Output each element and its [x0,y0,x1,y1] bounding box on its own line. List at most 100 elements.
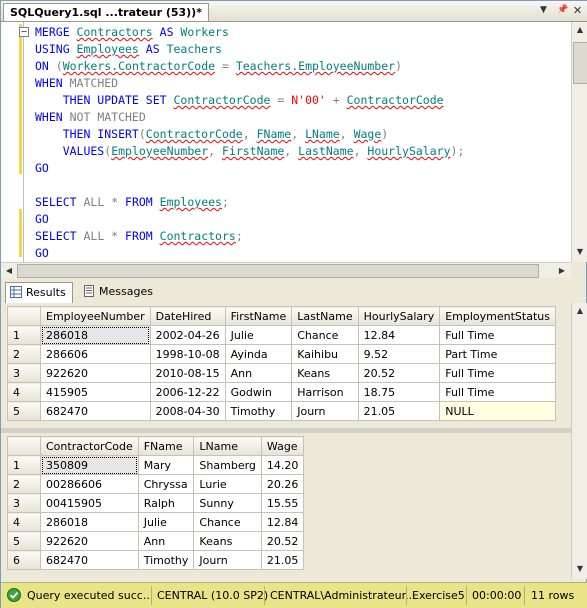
table-cell[interactable]: NULL [439,401,556,421]
table-cell[interactable]: Full Time [439,382,556,402]
column-header[interactable]: Wage [260,436,305,456]
table-row[interactable]: 5 922620 Ann Keans 20.52 [7,531,305,551]
table-cell[interactable]: Harrison [291,382,359,402]
table-cell[interactable]: 14.20 [260,455,305,475]
table-row[interactable]: 2 00286606 Chryssa Lurie 20.26 [7,474,305,494]
table-cell[interactable]: 15.55 [260,493,305,513]
editor-vertical-scrollbar[interactable]: ▲ ▼ [571,22,587,262]
table-cell[interactable]: 350809 [40,455,139,475]
row-number[interactable]: 5 [7,401,41,421]
column-header[interactable]: EmploymentStatus [439,306,556,326]
table-cell[interactable]: Ann [137,531,195,551]
table-cell[interactable]: 1998-10-08 [149,344,226,364]
tab-list-dropdown-icon[interactable]: ▼ [538,5,549,16]
table-cell[interactable]: Journ [291,401,359,421]
code-line[interactable]: SELECT ALL * FROM Employees; [35,194,464,211]
table-cell[interactable]: 682470 [40,401,151,421]
hscroll-thumb[interactable] [17,264,539,278]
table-cell[interactable]: Kaihibu [291,344,359,364]
table-cell[interactable]: 12.84 [260,512,305,532]
results-scroll-up-icon[interactable]: ▲ [572,303,587,319]
row-number[interactable]: 4 [7,382,41,402]
table-cell[interactable]: Keans [193,531,262,551]
table-cell[interactable]: 286606 [40,344,151,364]
code-line[interactable]: USING Employees AS Teachers [35,41,464,58]
table-cell[interactable]: Timothy [137,550,195,570]
grid-corner[interactable] [7,436,41,456]
table-cell[interactable]: Full Time [439,325,556,345]
table-cell[interactable]: 12.84 [357,325,441,345]
editor-horizontal-scrollbar[interactable]: ◀ ▶ [1,262,571,278]
scroll-down-icon[interactable]: ▼ [572,244,587,260]
table-row[interactable]: 1 286018 2002-04-26 Julie Chance 12.84 Full Ti… [7,325,556,345]
code-line[interactable] [35,177,464,194]
table-cell[interactable]: 286018 [40,325,151,345]
code-line[interactable]: ON (Workers.ContractorCode = Teachers.Em… [35,58,464,75]
column-header[interactable]: LName [193,436,262,456]
table-cell[interactable]: 2002-04-26 [149,325,226,345]
table-row[interactable]: 6 682470 Timothy Journ 21.05 [7,550,305,570]
table-cell[interactable]: Full Time [439,363,556,383]
pin-icon[interactable]: 📌 [557,5,568,16]
table-cell[interactable]: Chance [291,325,359,345]
grid-corner[interactable] [7,306,41,326]
scroll-left-icon[interactable]: ◀ [1,263,17,278]
sql-code[interactable]: MERGE Contractors AS Workers USING Employ… [35,24,464,262]
row-number[interactable]: 2 [7,474,41,494]
employees-result-grid[interactable]: EmployeeNumber DateHired FirstName LastName… [7,306,556,421]
collapse-icon[interactable]: − [19,27,29,37]
table-cell[interactable]: Ann [224,363,293,383]
table-row[interactable]: 1 350809 Mary Shamberg 14.20 [7,455,305,475]
table-row[interactable]: 4 286018 Julie Chance 12.84 [7,512,305,532]
table-cell[interactable]: 2008-04-30 [149,401,226,421]
scroll-thumb[interactable] [573,42,587,84]
column-header[interactable]: FName [137,436,195,456]
table-cell[interactable]: Journ [193,550,262,570]
row-number[interactable]: 5 [7,531,41,551]
table-cell[interactable]: Ayinda [224,344,293,364]
row-number[interactable]: 3 [7,493,41,513]
table-cell[interactable]: 415905 [40,382,151,402]
table-cell[interactable]: Julie [137,512,195,532]
row-number[interactable]: 4 [7,512,41,532]
table-cell[interactable]: 18.75 [357,382,441,402]
code-line[interactable]: SELECT ALL * FROM Contractors; [35,228,464,245]
sql-editor[interactable]: − MERGE Contractors AS Workers USING Empl… [1,22,571,262]
table-cell[interactable]: Sunny [193,493,262,513]
column-header[interactable]: DateHired [149,306,226,326]
table-cell[interactable]: Timothy [224,401,293,421]
code-line[interactable]: VALUES(EmployeeNumber, FirstName, LastNa… [35,143,465,160]
code-line[interactable]: GO [35,160,464,177]
code-line[interactable]: MERGE Contractors AS Workers [35,24,464,41]
row-number[interactable]: 6 [7,550,41,570]
table-cell[interactable]: 682470 [40,550,139,570]
column-header[interactable]: HourlySalary [357,306,441,326]
table-row[interactable]: 3 00415905 Ralph Sunny 15.55 [7,493,305,513]
row-number[interactable]: 1 [7,455,41,475]
table-cell[interactable]: Mary [137,455,195,475]
table-cell[interactable]: Shamberg [193,455,262,475]
table-cell[interactable]: 20.52 [357,363,441,383]
results-scroll-down-icon[interactable]: ▼ [572,561,587,577]
table-cell[interactable]: Lurie [193,474,262,494]
close-icon[interactable]: ✕ [572,5,583,16]
grid-splitter[interactable] [1,428,571,433]
table-row[interactable]: 4 415905 2006-12-22 Godwin Harrison 18.75 Full… [7,382,556,402]
table-cell[interactable]: Godwin [224,382,293,402]
table-cell[interactable]: Chance [193,512,262,532]
tab-messages[interactable]: Messages [79,282,159,302]
table-cell[interactable]: Keans [291,363,359,383]
table-row[interactable]: 2 286606 1998-10-08 Ayinda Kaihibu 9.52 Part T… [7,344,556,364]
table-cell[interactable]: 00286606 [40,474,139,494]
table-cell[interactable]: Julie [224,325,293,345]
table-cell[interactable]: 21.05 [357,401,441,421]
table-cell[interactable]: Ralph [137,493,195,513]
table-cell[interactable]: 922620 [40,531,139,551]
table-cell[interactable]: 00415905 [40,493,139,513]
table-cell[interactable]: 20.26 [260,474,305,494]
table-row[interactable]: 3 922620 2010-08-15 Ann Keans 20.52 Full Time [7,363,556,383]
table-cell[interactable]: 21.05 [260,550,305,570]
contractors-result-grid[interactable]: ContractorCode FName LName Wage 1 350809 Mary… [7,436,305,570]
code-line[interactable]: THEN UPDATE SET ContractorCode = N'00' +… [35,92,464,109]
table-cell[interactable]: 286018 [40,512,139,532]
